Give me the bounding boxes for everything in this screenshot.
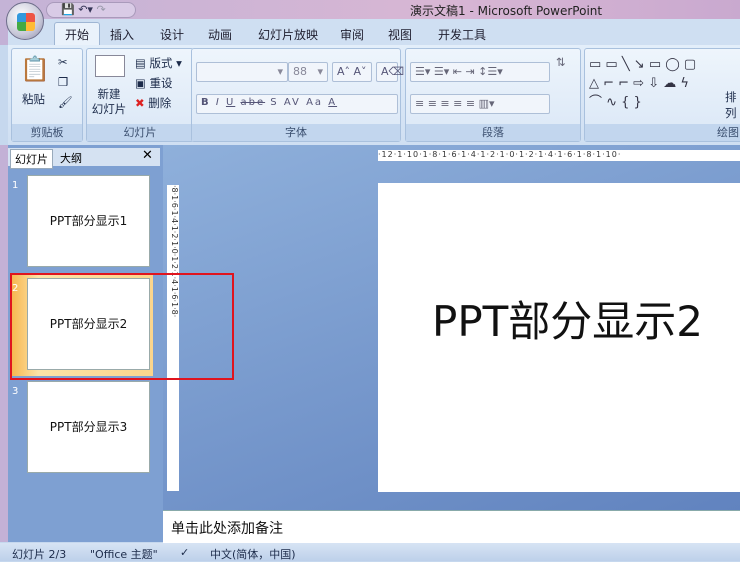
tab-view[interactable]: 视图 <box>388 26 412 43</box>
slide-number: 3 <box>12 386 19 397</box>
layout-button[interactable]: ▤ 版式 ▾ <box>135 55 182 71</box>
group-font: ▾ 88 ▾ A˄ A˅ A⌫ B I U abe S AV Aa A 字体 <box>191 48 404 142</box>
title-bar: 💾 ↶▾ ↷ 演示文稿1 - Microsoft PowerPoint <box>0 0 740 19</box>
grow-shrink-font-buttons[interactable]: A˄ A˅ <box>332 62 372 82</box>
delete-label: 删除 <box>148 96 172 110</box>
copy-icon[interactable]: ❐ <box>58 75 68 89</box>
cut-icon[interactable]: ✂ <box>58 55 68 69</box>
ribbon-tabs: 开始 插入 设计 动画 幻灯片放映 审阅 视图 开发工具 <box>0 19 740 46</box>
tab-slides[interactable]: 幻灯片 <box>10 149 53 169</box>
change-case-button[interactable]: Aa <box>306 97 323 108</box>
slide-thumbnail[interactable]: PPT部分显示3 <box>27 381 150 473</box>
paste-icon[interactable]: 📋 <box>20 55 50 83</box>
window-title: 演示文稿1 - Microsoft PowerPoint <box>410 4 603 18</box>
font-format-buttons[interactable]: B I U abe S AV Aa A <box>196 94 398 114</box>
format-painter-icon[interactable]: 🖌 <box>58 95 73 109</box>
group-label: 段落 <box>406 124 580 141</box>
bold-button[interactable]: B <box>201 97 211 108</box>
group-label: 幻灯片 <box>87 124 193 141</box>
font-color-button[interactable]: A <box>328 97 337 108</box>
underline-button[interactable]: U <box>226 97 235 108</box>
arrange-button[interactable]: 排列 <box>725 89 740 121</box>
spellcheck-icon[interactable]: ✓ <box>180 546 189 559</box>
italic-button[interactable]: I <box>216 97 221 108</box>
slide-thumbnail[interactable]: PPT部分显示1 <box>27 175 150 267</box>
highlight-annotation <box>10 273 234 380</box>
spacing-button[interactable]: AV <box>284 97 301 108</box>
redo-icon[interactable]: ↷ <box>96 3 105 16</box>
reset-button[interactable]: ▣ 重设 <box>135 75 173 91</box>
pane-tabs: 幻灯片 大纲 ✕ <box>8 148 160 169</box>
group-label: 剪贴板 <box>12 124 82 141</box>
close-icon[interactable]: ✕ <box>142 148 153 163</box>
tab-home[interactable]: 开始 <box>54 22 101 46</box>
font-name-select[interactable]: ▾ <box>196 62 288 82</box>
quick-access-toolbar[interactable]: 💾 ↶▾ ↷ <box>46 2 136 18</box>
tab-design[interactable]: 设计 <box>160 26 184 43</box>
group-slides: 新建 幻灯片 ▤ 版式 ▾ ▣ 重设 ✖ 删除 幻灯片 <box>86 48 194 142</box>
clear-format-button[interactable]: A⌫ <box>376 62 404 82</box>
office-logo-icon <box>17 13 35 31</box>
font-size-select[interactable]: 88 ▾ <box>288 62 328 82</box>
align-buttons[interactable]: ≡ ≡ ≡ ≡ ≡ ▥▾ <box>410 94 550 114</box>
notes-pane[interactable]: 单击此处添加备注 <box>163 510 740 543</box>
slide-title[interactable]: PPT部分显示2 <box>432 288 703 349</box>
reset-label: 重设 <box>149 76 173 90</box>
tab-animation[interactable]: 动画 <box>208 26 232 43</box>
tab-insert[interactable]: 插入 <box>110 26 134 43</box>
font-size-value: 88 <box>293 65 307 78</box>
list-indent-buttons[interactable]: ☰▾ ☰▾ ⇤ ⇥ ↕☰▾ <box>410 62 550 82</box>
shadow-button[interactable]: S <box>270 97 278 108</box>
theme-name: "Office 主题" <box>90 548 158 561</box>
shapes-gallery[interactable]: ▭ ▭ ╲ ↘ ▭ ◯ ▢ △ ⌐ ⌐ ⇨ ⇩ ☁ ϟ ⌒ ∿ { } <box>589 55 699 112</box>
tab-developer[interactable]: 开发工具 <box>438 26 486 43</box>
group-label: 字体 <box>192 124 400 141</box>
new-slide-button[interactable]: 新建 幻灯片 <box>87 87 131 117</box>
ribbon: 📋 粘贴 ✂ ❐ 🖌 剪贴板 新建 幻灯片 ▤ 版式 ▾ ▣ 重设 ✖ 删除 幻… <box>8 45 740 145</box>
office-button[interactable] <box>6 2 44 40</box>
new-slide-icon[interactable] <box>95 55 125 77</box>
layout-label: 版式 <box>149 56 173 70</box>
language: 中文(简体，中国) <box>210 548 296 561</box>
status-bar: 幻灯片 2/3 "Office 主题" ✓ 中文(简体，中国) <box>0 543 740 561</box>
slide-count: 幻灯片 2/3 <box>12 548 67 561</box>
group-clipboard: 📋 粘贴 ✂ ❐ 🖌 剪贴板 <box>11 48 83 142</box>
delete-button[interactable]: ✖ 删除 <box>135 95 171 111</box>
group-paragraph: ☰▾ ☰▾ ⇤ ⇥ ↕☰▾ ≡ ≡ ≡ ≡ ≡ ▥▾ ⇅ 段落 <box>405 48 581 142</box>
tab-outline[interactable]: 大纲 <box>60 150 82 166</box>
save-icon[interactable]: 💾 <box>61 3 75 16</box>
group-label: 绘图 <box>585 124 740 141</box>
undo-icon[interactable]: ↶▾ <box>78 3 93 16</box>
group-drawing: ▭ ▭ ╲ ↘ ▭ ◯ ▢ △ ⌐ ⌐ ⇨ ⇩ ☁ ϟ ⌒ ∿ { } 排列 绘… <box>584 48 740 142</box>
slide-number: 1 <box>12 180 19 191</box>
paste-button[interactable]: 粘贴 <box>22 91 45 107</box>
tab-slideshow[interactable]: 幻灯片放映 <box>258 26 318 43</box>
text-direction-icon[interactable]: ⇅ <box>556 55 566 69</box>
horizontal-ruler[interactable]: ·12·1·10·1·8·1·6·1·4·1·2·1·0·1·2·1·4·1·6… <box>378 150 740 161</box>
strikethrough-button[interactable]: abe <box>240 97 265 108</box>
tab-review[interactable]: 审阅 <box>340 26 364 43</box>
